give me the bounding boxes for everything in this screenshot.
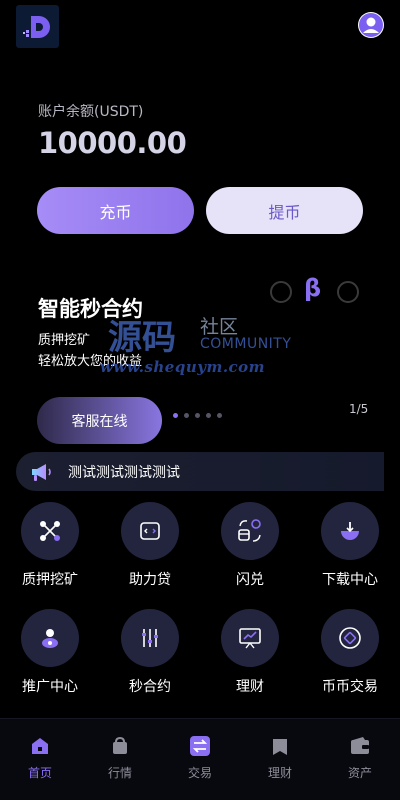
grid-label: 币币交易 xyxy=(322,679,378,695)
grid-label: 质押挖矿 xyxy=(22,572,78,588)
grid-label: 秒合约 xyxy=(129,679,171,695)
carousel-dot[interactable] xyxy=(195,413,200,418)
tab-label: 理财 xyxy=(267,766,292,780)
balance-label: 账户余额(USDT) xyxy=(38,104,144,120)
carousel-dot[interactable] xyxy=(173,413,178,418)
tab-label: 交易 xyxy=(187,766,212,780)
tab-label: 资产 xyxy=(347,766,372,780)
grid-label: 推广中心 xyxy=(22,679,78,695)
withdraw-button[interactable]: 提币 xyxy=(206,187,363,234)
grid-item-download[interactable]: 下载中心 xyxy=(305,502,395,589)
grid-label: 下载中心 xyxy=(322,572,378,588)
download-icon xyxy=(321,502,379,560)
tab-trade[interactable]: 交易 xyxy=(170,735,230,781)
wallet-icon xyxy=(349,735,371,757)
trade-icon xyxy=(189,735,211,757)
carousel-dot[interactable] xyxy=(217,413,222,418)
app-logo xyxy=(16,5,59,48)
tab-home[interactable]: 首页 xyxy=(10,735,70,781)
promotion-icon xyxy=(21,609,79,667)
banner-ring-right xyxy=(337,281,359,303)
grid-label: 闪兑 xyxy=(236,572,264,588)
carousel-dot[interactable] xyxy=(184,413,189,418)
grid-item-promotion[interactable]: 推广中心 xyxy=(5,609,95,696)
deposit-button[interactable]: 充币 xyxy=(37,187,194,234)
user-avatar[interactable] xyxy=(358,12,384,38)
tab-assets[interactable]: 资产 xyxy=(330,735,390,781)
bottom-tab-bar: 首页 行情 交易 理财 资产 xyxy=(0,718,400,800)
watermark-community-text: COMMUNITY xyxy=(200,336,292,352)
contract-icon xyxy=(121,609,179,667)
banner-subtitle-2: 轻松放大您的收益 xyxy=(38,354,143,369)
carousel-pager: 1/5 xyxy=(349,402,369,416)
banner-beta-symbol: β xyxy=(304,274,322,302)
loan-icon xyxy=(121,502,179,560)
grid-item-loan[interactable]: 助力贷 xyxy=(105,502,195,589)
market-icon xyxy=(109,735,131,757)
mining-icon xyxy=(21,502,79,560)
tab-wealth[interactable]: 理财 xyxy=(250,735,310,781)
watermark-small-text: 社区 xyxy=(200,316,239,338)
banner-title: 智能秒合约 xyxy=(38,297,143,321)
megaphone-icon xyxy=(30,460,54,484)
flash-swap-icon xyxy=(221,502,279,560)
user-icon xyxy=(359,13,383,37)
tab-label: 行情 xyxy=(107,766,132,780)
finance-icon xyxy=(221,609,279,667)
grid-item-finance[interactable]: 理财 xyxy=(205,609,295,696)
tab-market[interactable]: 行情 xyxy=(90,735,150,781)
grid-item-flash-swap[interactable]: 闪兑 xyxy=(205,502,295,589)
carousel-dot[interactable] xyxy=(206,413,211,418)
notice-bar[interactable]: 测试测试测试测试 xyxy=(16,452,384,491)
coin-trade-icon xyxy=(321,609,379,667)
grid-item-coin-trade[interactable]: 币币交易 xyxy=(305,609,395,696)
grid-label: 理财 xyxy=(236,679,264,695)
notice-text: 测试测试测试测试 xyxy=(68,464,180,481)
logo-icon xyxy=(22,15,50,38)
tab-label: 首页 xyxy=(27,766,52,780)
grid-item-contract[interactable]: 秒合约 xyxy=(105,609,195,696)
banner-ring-left xyxy=(270,281,292,303)
carousel-dots[interactable] xyxy=(173,413,222,418)
banner-subtitle-1: 质押挖矿 xyxy=(38,333,91,348)
grid-label: 助力贷 xyxy=(129,572,171,588)
customer-service-button[interactable]: 客服在线 xyxy=(37,397,162,444)
wealth-icon xyxy=(269,735,291,757)
home-icon xyxy=(29,735,51,757)
grid-item-mining[interactable]: 质押挖矿 xyxy=(5,502,95,589)
balance-value: 10000.00 xyxy=(38,126,187,160)
